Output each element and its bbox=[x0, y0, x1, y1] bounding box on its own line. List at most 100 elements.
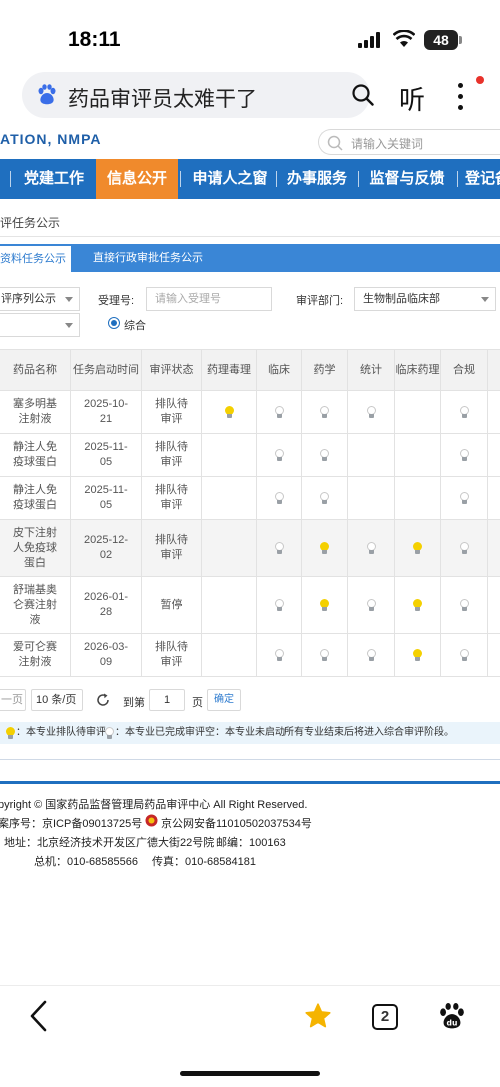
refresh-icon[interactable] bbox=[95, 692, 111, 708]
receipt-input[interactable]: 请输入受理号 bbox=[146, 287, 272, 311]
confirm-button[interactable]: 确定 bbox=[207, 689, 241, 711]
table-row[interactable]: 静注人免疫球蛋白 2025-11-05 排队待审评 bbox=[0, 477, 500, 520]
lightbulb-off-icon bbox=[320, 649, 329, 661]
lightbulb-off-icon bbox=[366, 649, 376, 661]
cell-discipline-status bbox=[257, 477, 302, 519]
cell-discipline-status bbox=[395, 634, 441, 676]
table-header: 药品名称 任务启动时间 审评状态 药理毒理 临床 药学 统计 临床药理 合规 bbox=[0, 349, 500, 391]
dept-select[interactable]: 生物制品临床部 bbox=[354, 287, 496, 311]
pagination: 一页 10 条/页 到第 1 页 确定 bbox=[0, 689, 500, 713]
radio-comprehensive[interactable] bbox=[108, 317, 120, 329]
lightbulb-on-icon bbox=[320, 542, 329, 554]
cell-discipline-status bbox=[395, 391, 441, 433]
table-row[interactable]: 静注人免疫球蛋白 2025-11-05 排队待审评 bbox=[0, 434, 500, 477]
lightbulb-off-icon bbox=[366, 599, 376, 611]
footer-accent-line bbox=[0, 781, 500, 784]
cell-name: 舒瑞基奥仑赛注射液 bbox=[0, 577, 71, 633]
lightbulb-off-icon bbox=[459, 542, 469, 554]
notification-dot bbox=[476, 76, 484, 84]
tab-direct-approval[interactable]: 直接行政审批任务公示 bbox=[93, 244, 203, 272]
lightbulb-on-icon bbox=[224, 406, 234, 418]
cell-status: 排队待审评 bbox=[142, 634, 202, 676]
lightbulb-off-icon bbox=[459, 649, 469, 661]
tab-count-button[interactable]: 2 bbox=[372, 1004, 398, 1030]
chevron-down-icon bbox=[65, 297, 73, 302]
lightbulb-on-icon bbox=[320, 599, 329, 611]
footer-icp[interactable]: 案序号：京ICP备09013725号 bbox=[0, 815, 142, 831]
cell-discipline-status bbox=[441, 577, 488, 633]
main-nav: 党建工作 信息公开 申请人之窗 办事服务 监督与反馈 登记备 bbox=[0, 159, 500, 199]
status-time: 18:11 bbox=[68, 28, 121, 51]
tab-review-tasks[interactable]: 资料任务公示 bbox=[0, 244, 71, 272]
nav-item-party[interactable]: 党建工作 bbox=[18, 159, 90, 199]
cell-discipline-status bbox=[302, 634, 348, 676]
cell-discipline-status bbox=[257, 391, 302, 433]
cell-discipline-status bbox=[302, 520, 348, 576]
secondary-select[interactable] bbox=[0, 313, 80, 337]
nav-item-info-public[interactable]: 信息公开 bbox=[96, 159, 178, 199]
table-row[interactable]: 塞多明基注射液 2025-10-21 排队待审评 bbox=[0, 391, 500, 434]
header-drug-name: 药品名称 bbox=[0, 350, 71, 390]
nav-item-register[interactable]: 登记备 bbox=[465, 159, 500, 199]
cell-status: 排队待审评 bbox=[142, 391, 202, 433]
cell-discipline-status bbox=[257, 520, 302, 576]
chevron-down-icon bbox=[481, 297, 489, 302]
prev-page-button[interactable]: 一页 bbox=[0, 689, 26, 711]
header-pharmacy: 药学 bbox=[302, 350, 348, 390]
listen-button[interactable]: 听 bbox=[399, 80, 425, 117]
browser-search-field[interactable]: 药品审评员太难干了 bbox=[22, 72, 374, 118]
cell-discipline-status bbox=[348, 434, 395, 476]
cell-name: 静注人免疫球蛋白 bbox=[0, 434, 71, 476]
dept-label: 审评部门: bbox=[296, 295, 344, 307]
header-clinical: 临床 bbox=[257, 350, 302, 390]
breadcrumb: 评任务公示 bbox=[0, 216, 61, 230]
lightbulb-off-icon bbox=[274, 649, 284, 661]
back-arrow-icon[interactable] bbox=[28, 1000, 50, 1032]
cell-discipline-status bbox=[348, 577, 395, 633]
cell-date: 2026-03-09 bbox=[71, 634, 142, 676]
cell-discipline-status bbox=[395, 434, 441, 476]
cell-discipline-status bbox=[257, 434, 302, 476]
more-menu-icon[interactable] bbox=[458, 83, 464, 116]
nav-item-services[interactable]: 办事服务 bbox=[282, 159, 352, 199]
nav-separator bbox=[276, 171, 277, 187]
header-pharmtox: 药理毒理 bbox=[202, 350, 257, 390]
table-row[interactable]: 爱可仑赛注射液 2026-03-09 排队待审评 bbox=[0, 634, 500, 677]
star-icon[interactable] bbox=[304, 1002, 332, 1030]
table-row[interactable]: 舒瑞基奥仑赛注射液 2026-01-28 暂停 bbox=[0, 577, 500, 634]
lightbulb-off-icon bbox=[274, 492, 284, 504]
cell-name: 皮下注射人免疫球蛋白 bbox=[0, 520, 71, 576]
cell-discipline-status bbox=[202, 520, 257, 576]
divider bbox=[0, 236, 500, 237]
wifi-icon bbox=[393, 30, 415, 47]
search-icon[interactable] bbox=[352, 84, 374, 106]
site-brand: ATION, NMPA bbox=[0, 131, 102, 147]
footer-fax: 传真：010-68584181 bbox=[152, 856, 256, 868]
cell-discipline-status bbox=[441, 391, 488, 433]
header-status: 审评状态 bbox=[142, 350, 202, 390]
cell-status: 排队待审评 bbox=[142, 434, 202, 476]
footer-police[interactable]: 京公网安备11010502037534号 bbox=[161, 815, 312, 831]
header-statistics: 统计 bbox=[348, 350, 395, 390]
cell-date: 2025-11-05 bbox=[71, 434, 142, 476]
chevron-down-icon bbox=[65, 323, 73, 328]
divider bbox=[0, 759, 500, 760]
sequence-select[interactable]: 评序列公示 bbox=[0, 287, 80, 311]
lightbulb-off-icon bbox=[320, 406, 329, 418]
nav-item-applicant[interactable]: 申请人之窗 bbox=[186, 159, 274, 199]
radio-comprehensive-label: 综合 bbox=[124, 320, 146, 332]
footer-postcode: 邮编：100163 bbox=[216, 837, 286, 849]
lightbulb-on-icon bbox=[413, 599, 422, 611]
legend-note: 所有专业结束后将进入综合审评阶段。 bbox=[284, 727, 454, 738]
nav-item-feedback[interactable]: 监督与反馈 bbox=[364, 159, 450, 199]
cell-discipline-status bbox=[302, 434, 348, 476]
lightbulb-off-icon bbox=[459, 599, 469, 611]
receipt-label: 受理号: bbox=[98, 295, 135, 307]
baidu-paw-icon[interactable]: du bbox=[438, 1002, 466, 1030]
lightbulb-off-icon bbox=[320, 449, 329, 461]
table-row[interactable]: 皮下注射人免疫球蛋白 2025-12-02 排队待审评 bbox=[0, 520, 500, 577]
site-search-input[interactable]: 请输入关键词 bbox=[318, 129, 500, 155]
status-bar: 18:11 48 bbox=[0, 0, 500, 70]
page-size-select[interactable]: 10 条/页 bbox=[31, 689, 83, 711]
page-number-input[interactable]: 1 bbox=[149, 689, 185, 711]
